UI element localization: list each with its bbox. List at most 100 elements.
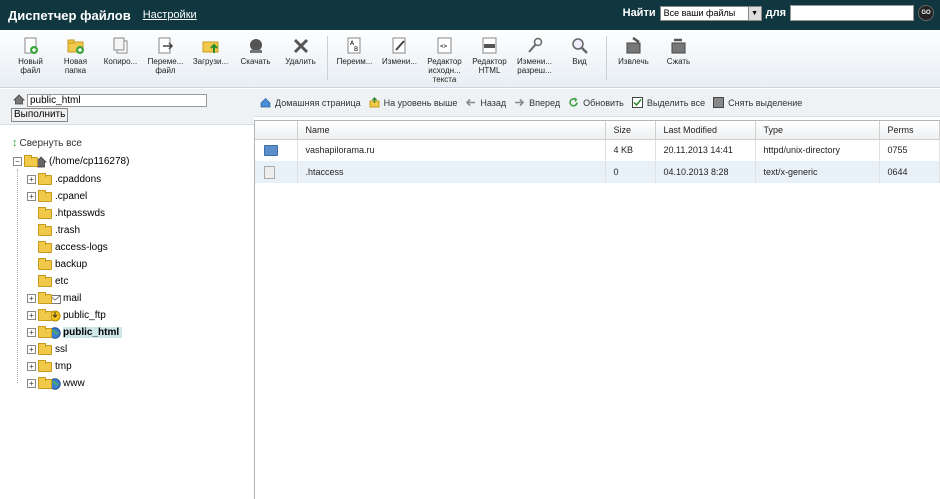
cell-name[interactable]: vashapilorama.ru [297,139,606,161]
cell-modified: 20.11.2013 14:41 [655,139,756,161]
upload-icon [202,37,220,55]
search-input[interactable] [790,5,914,21]
toolbar-button-copy[interactable]: Копиро... [98,30,143,87]
column-header-icon[interactable] [255,121,298,140]
toolbar-button-extract[interactable]: Извлечь [611,30,656,87]
forward-arrow-icon [514,97,525,108]
folder-icon [38,291,52,304]
toolbar-button-new-file[interactable]: Новый файл [8,30,53,87]
folder-icon [38,325,52,338]
html-editor-icon [481,37,499,55]
tree-item-dot-cpanel[interactable]: + .cpanel [27,189,87,204]
column-header-size[interactable]: Size [605,121,656,140]
toolbar-button-label: Загрузи... [192,57,229,66]
home-icon [13,94,25,108]
toolbar-button-label: Извлечь [618,57,649,66]
table-row[interactable]: .htaccess 0 04.10.2013 8:28 text/x-generic 0… [255,161,940,183]
toolbar-separator [327,36,328,80]
toolbar-button-code-editor[interactable]: <> Редактор исходн... текста [422,30,467,87]
cell-name[interactable]: .htaccess [297,161,606,183]
folder-icon [38,376,52,389]
tree-item-label: mail [63,293,82,304]
toolbar-button-compress[interactable]: Сжать [656,30,701,87]
toolbar: Новый файл Новая папка Копиро... Переме... … [0,30,940,88]
toolbar-button-label: Измени... разреш... [517,57,552,75]
expand-toggle-icon[interactable]: + [27,311,36,320]
top-header: Диспетчер файлов Настройки Найти Все ваш… [0,0,940,30]
action-forward-arrow[interactable]: Вперед [514,97,560,108]
tree-item-label: access-logs [55,242,108,253]
tree-item-www[interactable]: + www [27,376,85,391]
search-go-button[interactable]: GO [918,5,934,21]
expand-toggle-icon[interactable]: + [27,328,36,337]
toolbar-button-edit[interactable]: Измени... [377,30,422,87]
toolbar-button-html-editor[interactable]: Редактор HTML [467,30,512,87]
expand-toggle-icon[interactable]: + [27,192,36,201]
tree-item-access-logs[interactable]: access-logs [27,240,108,255]
collapse-all-button[interactable]: ↕ Свернуть все [12,137,82,149]
expand-toggle-icon[interactable]: + [27,379,36,388]
go-path-button[interactable]: Выполнить [11,108,69,122]
toolbar-button-delete[interactable]: Удалить [278,30,323,87]
toolbar-button-label: Новая папка [63,57,88,75]
tree-item-label: www [63,378,85,389]
tree-item-dot-cpaddons[interactable]: + .cpaddons [27,172,101,187]
toolbar-button-rename[interactable]: A B Переим... [332,30,377,87]
column-header-modified[interactable]: Last Modified [655,121,756,140]
table-row[interactable]: vashapilorama.ru 4 KB 20.11.2013 14:41 http… [255,139,940,161]
tree-item-label: .htpasswds [55,208,106,219]
action-checkbox-checked[interactable]: Выделить все [631,97,705,108]
folder-icon [38,257,52,270]
expand-toggle-icon[interactable]: + [27,345,36,354]
action-checkbox-unchecked[interactable]: Снять выделение [713,97,802,108]
toolbar-button-permissions[interactable]: Измени... разреш... [512,30,557,87]
tree-item-dot-trash[interactable]: .trash [27,223,80,238]
path-input[interactable]: public_html [27,94,207,107]
action-back-arrow[interactable]: Назад [465,97,506,108]
toolbar-button-view[interactable]: Вид [557,30,602,87]
tree-item-public-ftp[interactable]: + public_ftp [27,308,106,323]
action-home[interactable]: Домашняя страница [260,97,361,108]
toolbar-button-move[interactable]: Переме... файл [143,30,188,87]
action-label: Домашняя страница [275,97,361,108]
new-folder-icon [67,37,85,55]
expand-toggle-icon[interactable]: + [27,294,36,303]
expand-toggle-icon[interactable]: + [27,175,36,184]
toolbar-button-upload[interactable]: Загрузи... [188,30,233,87]
tree-item-backup[interactable]: backup [27,257,87,272]
new-file-icon [22,37,40,55]
action-refresh[interactable]: Обновить [568,97,624,108]
tree-item-public-html[interactable]: + public_html [27,325,123,340]
folder-icon [38,308,52,321]
search-for-label: для [765,7,786,19]
search-scope-select[interactable]: Все ваши файлы ▼ [659,5,762,21]
tree-item-tmp[interactable]: + tmp [27,359,72,374]
move-icon [157,37,175,55]
tree-item-mail[interactable]: + mail [27,291,81,306]
toolbar-button-download[interactable]: Скачать [233,30,278,87]
tree-item-etc[interactable]: etc [27,274,68,289]
tree-root[interactable]: − (/home/cp116278) [13,154,129,169]
toolbar-button-new-folder[interactable]: Новая папка [53,30,98,87]
rename-icon: AB [346,37,364,55]
action-up-level[interactable]: На уровень выше [369,97,457,108]
toolbar-button-label: Измени... [382,57,417,66]
up-level-icon [369,97,380,108]
tree-item-ssl[interactable]: + ssl [27,342,67,357]
expand-toggle-icon[interactable]: + [27,362,36,371]
cell-perms: 0755 [879,139,940,161]
toolbar-button-label: Сжать [666,57,691,66]
action-bar: Домашняя страница На уровень выше Назад Впе… [254,89,940,117]
column-header-type[interactable]: Type [755,121,880,140]
collapse-toggle-icon: − [13,157,22,166]
column-header-name[interactable]: Name [297,121,606,140]
folder-icon [38,274,52,287]
delete-icon [292,37,310,55]
chevron-down-icon: ▼ [747,6,761,20]
collapse-all-label: Свернуть все [19,137,82,149]
settings-link[interactable]: Настройки [143,9,197,21]
toolbar-button-label: Переме... файл [147,57,184,75]
column-header-perms[interactable]: Perms [879,121,940,140]
tree-item-dot-htpasswds[interactable]: .htpasswds [27,206,105,221]
folder-open-icon [24,154,38,167]
